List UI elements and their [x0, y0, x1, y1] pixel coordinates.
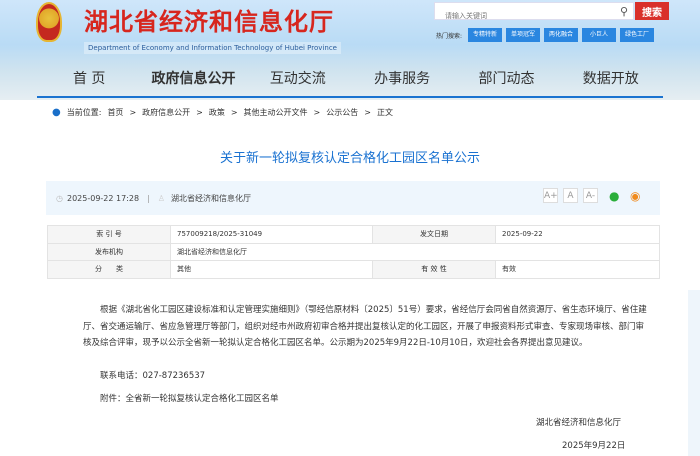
nav-news[interactable]: 部门动态	[454, 68, 558, 96]
hot-tag[interactable]: 绿色工厂	[620, 28, 655, 42]
font-smaller-button[interactable]: A-	[583, 188, 598, 203]
site-title[interactable]: 湖北省经济和信息化厅	[84, 2, 334, 37]
search-box: ⚲	[434, 2, 634, 24]
hot-tag[interactable]: 单项冠军	[506, 28, 541, 42]
breadcrumb-item[interactable]: 政策	[209, 107, 225, 118]
location-pin-icon: ●	[52, 107, 61, 118]
nav-home[interactable]: 首 页	[37, 68, 141, 96]
site-subtitle: Department of Economy and Information Te…	[84, 42, 341, 54]
search-icon[interactable]: ⚲	[620, 5, 628, 18]
article-title: 关于新一轮拟复核认定合格化工园区名单公示	[219, 151, 480, 166]
hot-search-label: 热门搜索:	[436, 32, 463, 40]
divider: |	[147, 193, 150, 203]
font-medium-button[interactable]: A	[563, 188, 578, 203]
weibo-icon[interactable]: ◉	[630, 189, 640, 203]
font-larger-button[interactable]: A+	[543, 188, 558, 203]
article-meta-bar: ◷ 2025-09-22 17:28 | ♙ 湖北省经济和信息化厅 A+ A A…	[46, 181, 660, 215]
breadcrumb-item: 正文	[376, 108, 393, 117]
nav-open-data[interactable]: 数据开放	[559, 68, 663, 96]
breadcrumb-sep: >	[129, 108, 137, 117]
user-icon: ♙	[157, 193, 165, 203]
body-paragraph: 根据《湖北省化工园区建设标准和认定管理实施细则》（鄂经信原材料〔2025〕51号…	[83, 305, 647, 348]
breadcrumb-item[interactable]: 公示公告	[326, 107, 358, 118]
table-row: 发布机构 湖北省经济和信息化厅	[47, 242, 660, 261]
table-row: 分 类 其他 有 效 性 有效	[47, 260, 660, 279]
validity-value: 有效	[495, 260, 660, 279]
breadcrumb-item[interactable]: 首页	[107, 107, 123, 118]
info-table: 索 引 号 757009218/2025-31049 发文日期 2025-09-…	[47, 225, 660, 279]
article-body: 根据《湖北省化工园区建设标准和认定管理实施细则》（鄂经信原材料〔2025〕51号…	[83, 302, 648, 352]
nav-gov-info[interactable]: 政府信息公开	[141, 68, 245, 96]
hot-tag[interactable]: 专精特新	[468, 28, 503, 42]
breadcrumb: ● 当前位置: 首页 > 政府信息公开 > 政策 > 其他主动公开文件 > 公示公告 > …	[52, 107, 393, 118]
hot-search: 热门搜索: 专精特新 单项冠军 两化融合 小巨人 绿色工厂	[436, 28, 655, 42]
signature: 湖北省经济和信息化厅	[536, 418, 622, 428]
nav-interaction[interactable]: 互动交流	[246, 68, 350, 96]
publish-datetime: 2025-09-22 17:28	[66, 193, 140, 203]
clock-icon: ◷	[56, 193, 63, 203]
breadcrumb-item[interactable]: 政府信息公开	[142, 107, 190, 118]
publisher-label: 发布机构	[47, 242, 171, 261]
table-row: 索 引 号 757009218/2025-31049 发文日期 2025-09-…	[47, 225, 660, 244]
article-source: 湖北省经济和信息化厅	[170, 193, 251, 203]
search-button[interactable]: 搜索	[635, 2, 669, 20]
main-nav: 首 页 政府信息公开 互动交流 办事服务 部门动态 数据开放	[37, 68, 663, 98]
breadcrumb-item[interactable]: 其他主动公开文件	[244, 107, 308, 118]
category-value: 其他	[170, 260, 373, 279]
index-label: 索 引 号	[47, 225, 171, 244]
attachment-link[interactable]: 附件：全省新一轮拟复核认定合格化工园区名单	[100, 392, 279, 404]
date-value: 2025-09-22	[495, 225, 660, 244]
breadcrumb-sep: >	[364, 108, 371, 117]
search-input[interactable]	[435, 8, 605, 24]
national-emblem-logo	[36, 2, 62, 42]
validity-label: 有 效 性	[372, 260, 496, 279]
nav-services[interactable]: 办事服务	[350, 68, 454, 96]
breadcrumb-sep: >	[196, 108, 203, 117]
wechat-icon[interactable]: ●	[609, 189, 619, 203]
hot-tag[interactable]: 两化融合	[544, 28, 579, 42]
index-value: 757009218/2025-31049	[170, 225, 373, 244]
publisher-value: 湖北省经济和信息化厅	[170, 242, 660, 261]
date-label: 发文日期	[372, 225, 496, 244]
hot-tag[interactable]: 小巨人	[582, 28, 617, 42]
site-header: 湖北省经济和信息化厅 Department of Economy and Inf…	[0, 0, 700, 100]
breadcrumb-sep: >	[230, 108, 238, 117]
breadcrumb-label: 当前位置:	[66, 108, 102, 117]
sign-date: 2025年9月22日	[562, 441, 626, 451]
side-panel	[688, 290, 700, 456]
category-label: 分 类	[47, 260, 171, 279]
contact-phone: 联系电话：027-87236537	[100, 371, 206, 381]
breadcrumb-sep: >	[313, 108, 321, 117]
